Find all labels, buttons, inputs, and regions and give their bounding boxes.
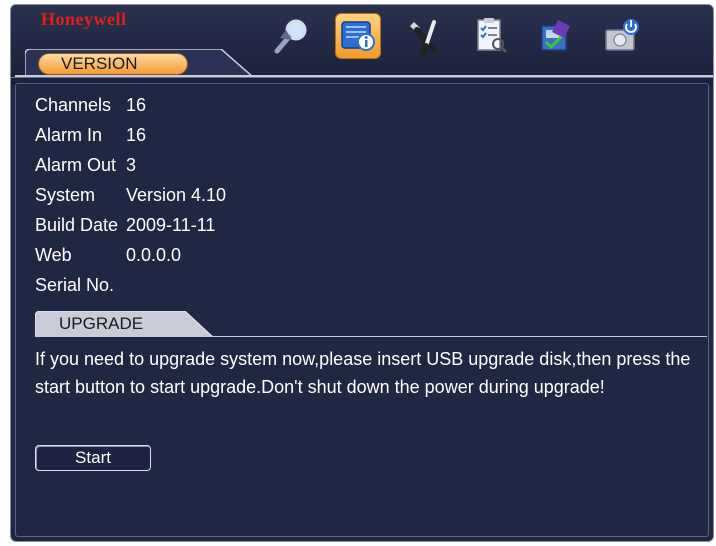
checklist-icon[interactable] (467, 13, 513, 59)
tools-icon[interactable] (401, 13, 447, 59)
brand-logo: Honeywell (41, 9, 127, 29)
start-button[interactable]: Start (35, 445, 151, 471)
info-value: 16 (126, 95, 147, 115)
search-icon[interactable] (269, 13, 315, 59)
upgrade-message: If you need to upgrade system now,please… (35, 349, 691, 397)
version-panel (11, 77, 713, 541)
info-icon[interactable] (335, 13, 381, 59)
info-label: System (35, 185, 96, 205)
top-bar: Honeywell VERSION (11, 5, 713, 85)
info-value: 16 (126, 125, 147, 145)
upgrade-divider (35, 336, 707, 337)
info-label: Build Date (35, 215, 119, 235)
info-value: 2009-11-11 (126, 215, 216, 235)
info-row-web: Web 0.0.0.0 (35, 245, 181, 266)
tab-version[interactable]: VERSION (38, 53, 188, 75)
info-label: Alarm In (35, 125, 103, 145)
version-window: Honeywell VERSION Channels 16 Alarm In 1… (10, 4, 714, 542)
info-label: Web (35, 245, 72, 265)
info-value: 3 (126, 155, 137, 175)
upgrade-section-label: UPGRADE (59, 314, 144, 333)
info-row-build-date: Build Date 2009-11-11 (35, 215, 215, 236)
info-label: Channels (35, 95, 112, 115)
info-row-serial-no: Serial No. (35, 275, 126, 296)
backup-icon[interactable] (533, 13, 579, 59)
info-row-system: System Version 4.10 (35, 185, 226, 206)
shutdown-icon[interactable] (599, 13, 645, 59)
info-value: 0.0.0.0 (126, 245, 182, 265)
info-label: Serial No. (35, 275, 115, 295)
info-row-alarm-out: Alarm Out 3 (35, 155, 136, 176)
info-row-channels: Channels 16 (35, 95, 146, 116)
info-value: Version 4.10 (126, 185, 227, 205)
info-label: Alarm Out (35, 155, 117, 175)
info-row-alarm-in: Alarm In 16 (35, 125, 146, 146)
